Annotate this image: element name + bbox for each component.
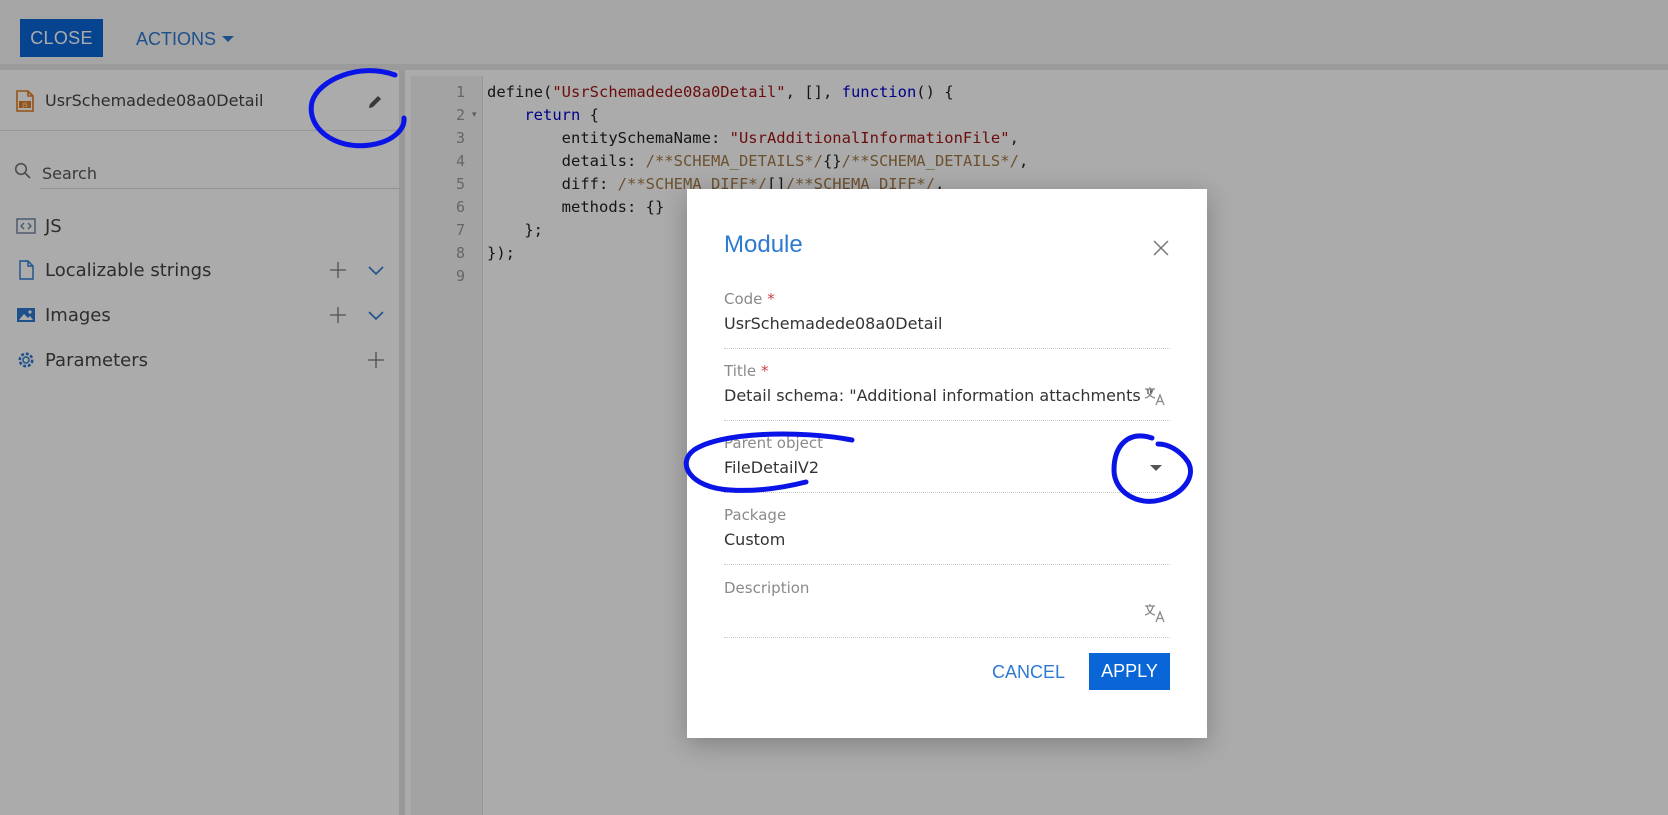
- package-field[interactable]: Package Custom: [724, 506, 1170, 565]
- required-mark: *: [760, 362, 769, 380]
- module-dialog: Module Code * UsrSchemadede08a0Detail Ti…: [687, 189, 1207, 738]
- code-field[interactable]: Code * UsrSchemadede08a0Detail: [724, 290, 1170, 349]
- field-label: Description: [724, 579, 810, 597]
- cancel-button[interactable]: CANCEL: [992, 654, 1065, 690]
- title-field[interactable]: Title * Detail schema: "Additional infor…: [724, 362, 1170, 421]
- title-value: Detail schema: "Additional information a…: [724, 386, 1154, 405]
- package-value: Custom: [724, 530, 786, 549]
- description-field[interactable]: Description: [724, 579, 1170, 638]
- code-value: UsrSchemadede08a0Detail: [724, 314, 943, 333]
- field-label: Code *: [724, 290, 775, 308]
- translate-icon[interactable]: [1144, 603, 1166, 623]
- field-label: Parent object: [724, 434, 824, 452]
- apply-button[interactable]: APPLY: [1089, 653, 1170, 690]
- close-icon[interactable]: [1153, 240, 1169, 256]
- required-mark: *: [767, 290, 775, 308]
- parent-object-value: FileDetailV2: [724, 458, 820, 477]
- field-label: Title *: [724, 362, 769, 380]
- dialog-title: Module: [724, 231, 803, 258]
- parent-object-field[interactable]: Parent object FileDetailV2: [724, 434, 1170, 493]
- translate-icon[interactable]: [1144, 386, 1166, 406]
- dropdown-arrow-icon[interactable]: [1150, 465, 1162, 471]
- field-label: Package: [724, 506, 787, 524]
